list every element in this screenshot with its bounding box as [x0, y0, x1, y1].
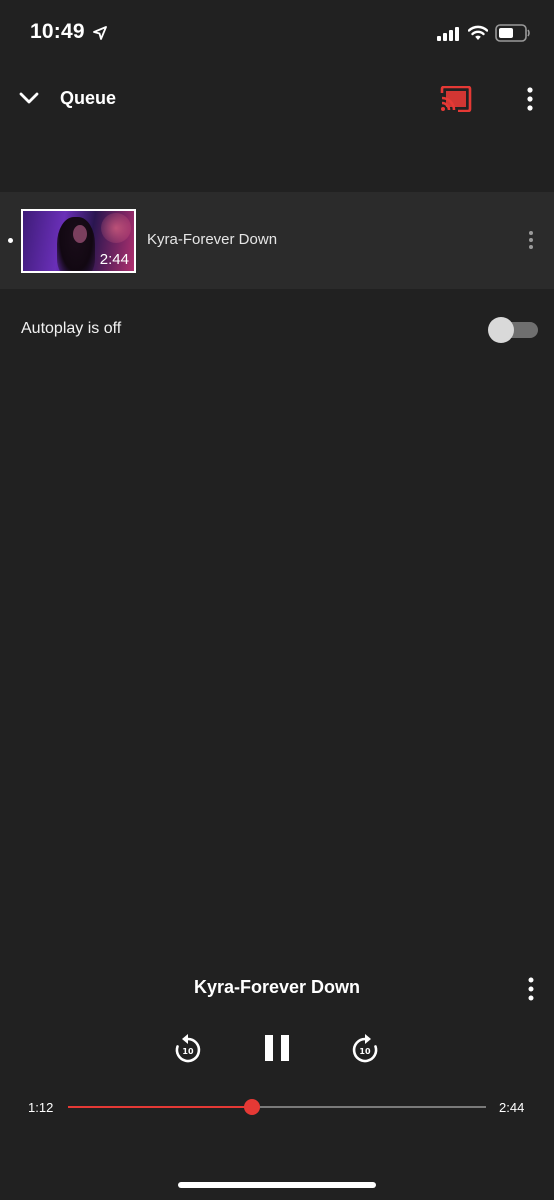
battery-icon	[495, 23, 531, 48]
home-indicator	[178, 1182, 376, 1188]
status-time: 10:49	[30, 20, 85, 43]
cellular-signal-icon	[437, 27, 459, 46]
thumbnail-image-face	[73, 225, 87, 243]
forward-seconds-label: 10	[359, 1047, 371, 1056]
pause-icon[interactable]	[262, 1033, 292, 1068]
toggle-thumb	[488, 317, 514, 343]
queue-item-title[interactable]: Kyra-Forever Down	[147, 231, 277, 248]
progress-fill	[68, 1106, 252, 1108]
progress-thumb[interactable]	[243, 1099, 260, 1115]
video-duration: 2:44	[99, 251, 129, 268]
player-track-title: Kyra-Forever Down	[193, 977, 361, 997]
more-vert-icon[interactable]	[526, 977, 536, 1006]
queue-header: Queue	[0, 70, 554, 128]
queue-list-item[interactable]: 2:44 Kyra-Forever Down	[0, 192, 554, 289]
total-time: 2:44	[499, 1100, 525, 1115]
chevron-down-icon[interactable]	[18, 86, 40, 115]
status-bar: 10:49	[0, 0, 554, 66]
now-playing-indicator	[8, 238, 13, 243]
cast-icon[interactable]	[440, 85, 472, 117]
progress-slider[interactable]	[68, 1098, 486, 1116]
autoplay-label: Autoplay is off	[21, 320, 122, 337]
rewind-10-icon[interactable]: 10	[174, 1034, 202, 1069]
wifi-icon	[467, 25, 489, 46]
page-title: Queue	[60, 88, 117, 108]
location-arrow-icon	[93, 26, 107, 45]
more-vert-icon[interactable]	[526, 230, 536, 255]
rewind-seconds-label: 10	[182, 1047, 194, 1056]
forward-10-icon[interactable]: 10	[351, 1034, 379, 1069]
more-vert-icon[interactable]	[520, 86, 540, 117]
video-thumbnail[interactable]: 2:44	[21, 209, 136, 273]
autoplay-toggle[interactable]	[488, 316, 538, 344]
elapsed-time: 1:12	[28, 1100, 54, 1115]
thumbnail-image-glow	[101, 213, 131, 243]
